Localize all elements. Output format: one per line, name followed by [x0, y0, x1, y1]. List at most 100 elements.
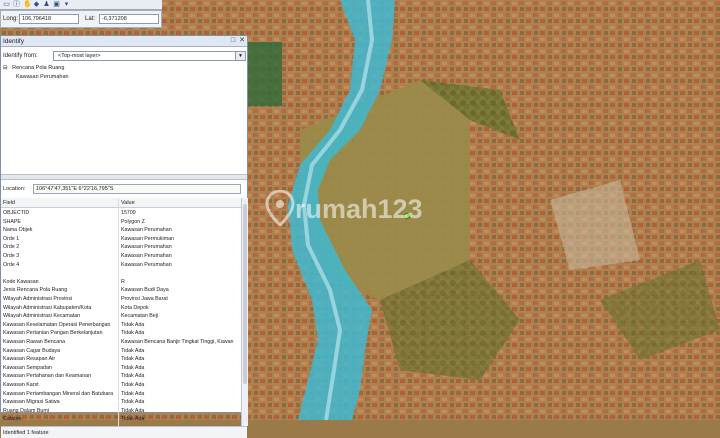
watermark: rumah123 [265, 188, 465, 228]
status-bar: Identified 1 feature [1, 426, 247, 438]
lat-input[interactable]: -6,371208 [99, 14, 159, 24]
measure-tool-icon[interactable]: ◆ [33, 1, 40, 8]
value-cell: Tidak Ada [121, 330, 145, 337]
field-cell: Kode Kawasan [3, 278, 39, 285]
table-row[interactable]: Orde 1 Kawasan Permukiman [1, 235, 241, 244]
scrollbar-thumb[interactable] [243, 204, 247, 384]
table-scrollbar[interactable] [241, 198, 248, 426]
table-row[interactable]: Kawasan Rawan Bencana Kawasan Bencana Ban… [1, 338, 241, 347]
table-row[interactable]: Orde 3 Kawasan Perumahan [1, 252, 241, 261]
table-row[interactable]: Kode Kawasan R [1, 278, 241, 287]
value-cell: Tidak Ada [121, 373, 145, 380]
table-row[interactable]: Kawasan Pertanian Pangan Berkelanjutan Ti… [1, 329, 241, 338]
table-row[interactable]: Orde 2 Kawasan Perumahan [1, 243, 241, 252]
window-icon[interactable]: ▣ [53, 1, 60, 8]
table-row[interactable]: Wilayah Administrasi Provinsi Provinsi Ja… [1, 295, 241, 304]
result-tree: ⊟ Rencana Pola Ruang Kawasan Perumahan [3, 65, 245, 169]
location-label: Location: [3, 186, 26, 192]
value-cell: Tidak Ada [121, 399, 145, 406]
field-cell: Kawasan Karst [3, 382, 39, 388]
watermark-text: rumah123 [295, 194, 423, 224]
field-cell: Kawasan Pertanian Pangan Berkelanjutan [3, 330, 103, 337]
tree-item-label: Rencana Pola Ruang [12, 65, 65, 71]
table-row[interactable]: Ruang Dalam Bumi Tidak Ada [1, 407, 241, 416]
field-cell: Wilayah Administrasi Kabupaten/Kota [3, 304, 92, 311]
column-header-field[interactable]: Field [3, 200, 15, 206]
table-row[interactable]: Kawasan Pertahanan dan Keamanan Tidak Ada [1, 372, 241, 381]
table-row[interactable] [1, 269, 241, 278]
table-row[interactable]: SHAPE Polygon Z [1, 218, 241, 227]
location-pin-icon [265, 190, 295, 226]
table-row[interactable]: Kawasan Keselamatan Operasi Penerbangan T… [1, 321, 241, 330]
table-row[interactable]: Wilayah Administrasi Kabupaten/Kota Kota … [1, 304, 241, 313]
field-cell: Wilayah Administrasi Provinsi [3, 296, 73, 302]
value-cell: Kota Depok [121, 304, 149, 311]
attribute-table: Field Value OBJECTID 15709 SHAPE Polygon ZN… [1, 198, 241, 426]
value-cell: Kawasan Budi Daya [121, 287, 169, 294]
tree-item-feature[interactable]: Kawasan Perumahan [13, 74, 69, 82]
table-row[interactable]: Orde 4 Kawasan Perumahan [1, 261, 241, 270]
value-cell: Kecamatan Beji [121, 313, 159, 320]
long-input[interactable]: 106,796418 [19, 14, 79, 24]
field-cell: Kawasan Cagar Budaya [3, 347, 61, 354]
marker-icon[interactable]: ♟ [43, 1, 50, 8]
info-tool-icon[interactable]: ⓘ [13, 1, 20, 8]
field-cell: Orde 4 [3, 261, 20, 268]
field-cell: Kawasan Pertambangan Mineral dan Batubar… [3, 390, 114, 397]
field-cell: Kawasan Rawan Bencana [3, 339, 66, 345]
table-row[interactable]: Kawasan Pertambangan Mineral dan Batubar… [1, 390, 241, 399]
table-row[interactable]: Kawasan Karst Tidak Ada [1, 381, 241, 390]
table-row[interactable]: Wilayah Administrasi Kecamatan Kecamatan … [1, 312, 241, 321]
close-icon[interactable]: ✕ [238, 37, 246, 45]
identify-from-label: Identify from: [3, 53, 38, 59]
coordinate-bar: Long: 106,796418 Lat: -6,371208 [0, 10, 162, 28]
field-cell: Kawasan Migrasi Satwa [3, 399, 60, 406]
field-cell: OBJECTID [3, 210, 30, 216]
identify-titlebar[interactable]: Identify □ ✕ [1, 36, 247, 47]
field-cell: Ruang Dalam Bumi [3, 407, 49, 414]
value-cell: Provinsi Jawa Barat [121, 296, 168, 302]
field-cell: Catatan [3, 416, 22, 423]
value-cell: Kawasan Perumahan [121, 227, 172, 234]
value-cell: Kawasan Permukiman [121, 235, 174, 242]
field-cell: Kawasan Keselamatan Operasi Penerbangan [3, 321, 111, 328]
field-cell: Orde 2 [3, 244, 20, 251]
table-row[interactable]: Kawasan Resapan Air Tidak Ada [1, 355, 241, 364]
value-cell: Kawasan Perumahan [121, 261, 172, 268]
value-cell: Tidak Ada [121, 416, 145, 423]
field-cell: Kawasan Pertahanan dan Keamanan [3, 373, 92, 380]
chevron-down-icon[interactable]: ▼ [235, 52, 245, 60]
hand-tool-icon[interactable]: ✋ [23, 1, 32, 8]
value-cell: Kawasan Bencana Banjir Tingkat Tinggi, K… [121, 339, 234, 345]
field-cell: Kawasan Resapan Air [3, 356, 56, 363]
field-cell: Orde 1 [3, 235, 20, 242]
field-cell: SHAPE [3, 218, 21, 225]
table-row[interactable]: Jenis Rencana Pola Ruang Kawasan Budi Day… [1, 286, 241, 295]
table-row[interactable]: Kawasan Migrasi Satwa Tidak Ada [1, 398, 241, 407]
value-cell: Tidak Ada [121, 364, 145, 371]
minimize-icon[interactable]: □ [229, 37, 237, 45]
value-cell: Tidak Ada [121, 356, 145, 363]
table-row[interactable]: OBJECTID 15709 [1, 209, 241, 218]
long-label: Long: [3, 16, 19, 22]
panel-splitter[interactable] [1, 174, 247, 180]
field-cell: Wilayah Administrasi Kecamatan [3, 313, 81, 320]
table-row[interactable]: Kawasan Cagar Budaya Tidak Ada [1, 347, 241, 356]
location-value[interactable]: 106°47'47,351"E 6°22'16,795"S [33, 184, 241, 194]
identify-from-select[interactable]: <Top-most layer> ▼ [53, 51, 246, 61]
value-cell: Tidak Ada [121, 382, 145, 388]
field-cell: Kawasan Sempadan [3, 364, 52, 371]
value-cell: 15709 [121, 210, 136, 216]
identify-window: Identify □ ✕ Identify from: <Top-most la… [0, 35, 248, 438]
value-cell: Kawasan Perumahan [121, 244, 172, 251]
select-tool-icon[interactable]: ▭ [3, 1, 10, 8]
tree-item-label: Kawasan Perumahan [16, 74, 69, 80]
column-header-value[interactable]: Value [121, 200, 135, 206]
table-row[interactable]: Kawasan Sempadan Tidak Ada [1, 364, 241, 373]
table-row[interactable]: Nama Objek Kawasan Perumahan [1, 226, 241, 235]
map-toolbar: ▭ ⓘ ✋ ◆ ♟ ▣ ▾ [0, 0, 162, 10]
dropdown-icon[interactable]: ▾ [63, 1, 70, 8]
collapse-icon[interactable]: ⊟ [3, 65, 8, 71]
tree-item-layer[interactable]: ⊟ Rencana Pola Ruang [3, 65, 64, 73]
field-cell: Jenis Rencana Pola Ruang [3, 287, 68, 294]
